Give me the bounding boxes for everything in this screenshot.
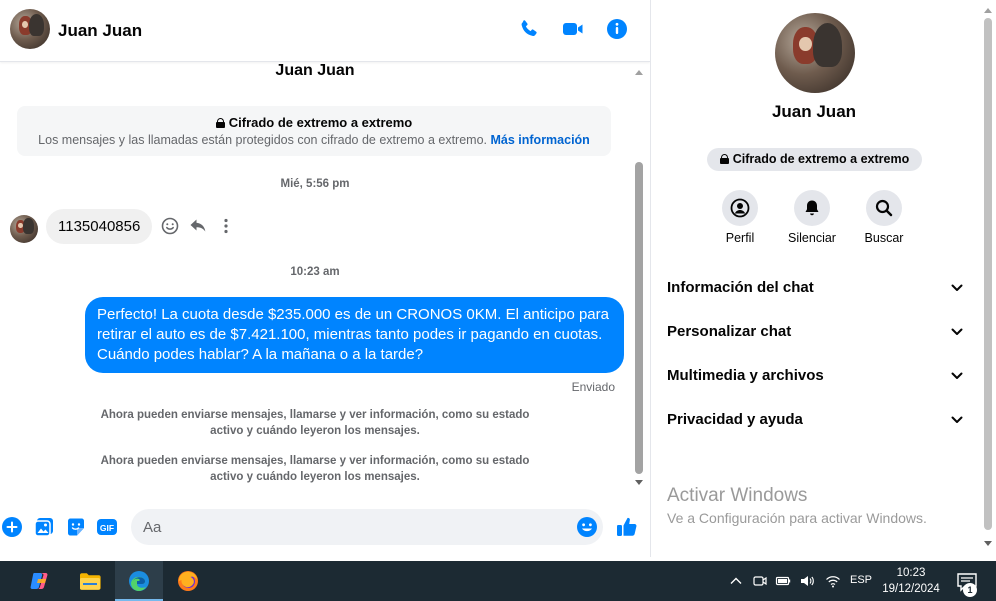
chevron-down-icon — [951, 416, 963, 423]
info-icon[interactable] — [605, 17, 629, 41]
thread-title: Juan Juan — [275, 62, 355, 79]
chevron-down-icon — [951, 328, 963, 335]
reply-arrow-icon[interactable] — [188, 216, 208, 236]
emoji-icon[interactable] — [576, 516, 598, 538]
message-input[interactable] — [131, 509, 603, 545]
scrollbar-thumb[interactable] — [635, 162, 643, 474]
info-scrollbar[interactable] — [981, 0, 996, 557]
taskbar-copilot[interactable] — [16, 561, 64, 601]
system-clock[interactable]: 10:23 19/12/2024 — [878, 565, 944, 597]
taskbar-edge[interactable] — [115, 561, 163, 601]
sender-avatar[interactable] — [10, 215, 38, 243]
sticker-icon[interactable] — [65, 516, 87, 538]
e2e-badge-label: Cifrado de extremo a extremo — [732, 152, 910, 166]
info-contact-name: Juan Juan — [771, 102, 857, 121]
wifi-icon[interactable] — [825, 573, 841, 589]
edge-browser-icon — [129, 571, 149, 592]
section-label: Privacidad y ayuda — [667, 411, 803, 428]
search-button[interactable] — [866, 190, 902, 226]
mute-label: Silenciar — [788, 231, 836, 245]
section-media-files[interactable]: Multimedia y archivos — [667, 361, 965, 391]
taskbar-file-explorer[interactable] — [66, 561, 114, 601]
chat-scrollbar[interactable] — [633, 62, 646, 494]
lock-icon — [719, 154, 729, 164]
activate-windows-subtitle: Ve a Configuración para activar Windows. — [667, 510, 927, 526]
chat-pane: Juan Juan Juan Juan Cifrado de extremo a… — [0, 0, 650, 557]
scroll-up-arrow-icon[interactable] — [984, 8, 992, 13]
e2e-notice: Cifrado de extremo a extremo Los mensaje… — [17, 106, 611, 156]
e2e-notice-text: Los mensajes y las llamadas están proteg… — [38, 133, 488, 147]
system-message: Ahora pueden enviarse mensajes, llamarse… — [100, 455, 530, 483]
notification-count-badge: 1 — [963, 583, 977, 597]
scroll-down-arrow-icon[interactable] — [984, 541, 992, 546]
search-label: Buscar — [864, 231, 904, 245]
battery-icon[interactable] — [775, 573, 791, 589]
show-hidden-icons-chevron-icon[interactable] — [728, 573, 744, 589]
contact-avatar-large[interactable] — [775, 13, 855, 93]
windows-taskbar: ESP 10:23 19/12/2024 1 — [0, 561, 996, 601]
taskbar-firefox[interactable] — [164, 561, 212, 601]
lock-icon — [215, 118, 225, 128]
copilot-icon — [30, 573, 48, 589]
e2e-notice-title: Cifrado de extremo a extremo — [228, 115, 413, 130]
profile-button[interactable] — [722, 190, 758, 226]
clock-date: 19/12/2024 — [882, 583, 940, 595]
section-privacy-help[interactable]: Privacidad y ayuda — [667, 405, 965, 435]
message-timestamp: 10:23 am — [290, 266, 340, 278]
app-window: Juan Juan Juan Juan Cifrado de extremo a… — [0, 0, 996, 601]
more-info-link[interactable]: Más información — [491, 133, 590, 147]
outgoing-message-bubble[interactable]: Perfecto! La cuota desde $235.000 es de … — [85, 297, 624, 373]
message-timestamp: Mié, 5:56 pm — [280, 178, 350, 190]
clock-time: 10:23 — [896, 567, 926, 579]
smiley-reaction-icon[interactable] — [160, 216, 180, 236]
section-customize-chat[interactable]: Personalizar chat — [667, 317, 965, 347]
system-message: Ahora pueden enviarse mensajes, llamarse… — [100, 409, 530, 437]
message-composer: GIF — [0, 500, 650, 557]
scrollbar-thumb[interactable] — [984, 18, 992, 530]
input-language[interactable]: ESP — [850, 574, 872, 586]
photo-gallery-icon[interactable] — [33, 516, 55, 538]
meet-now-icon[interactable] — [752, 573, 768, 589]
mute-button[interactable] — [794, 190, 830, 226]
section-label: Personalizar chat — [667, 323, 792, 340]
folder-icon — [80, 573, 101, 590]
search-icon — [875, 199, 893, 217]
activate-windows-title: Activar Windows — [667, 485, 808, 506]
speaker-volume-icon[interactable] — [799, 573, 815, 589]
profile-label: Perfil — [725, 231, 755, 245]
e2e-badge[interactable]: Cifrado de extremo a extremo — [707, 148, 922, 171]
section-label: Multimedia y archivos — [667, 367, 824, 384]
contact-name[interactable]: Juan Juan — [58, 21, 142, 41]
section-chat-info[interactable]: Información del chat — [667, 273, 965, 303]
section-label: Información del chat — [667, 279, 814, 296]
sent-status: Enviado — [571, 380, 615, 394]
more-options-icon[interactable] — [216, 216, 236, 236]
chevron-down-icon — [951, 372, 963, 379]
thumbs-up-icon[interactable] — [615, 515, 639, 539]
phone-icon[interactable] — [517, 17, 541, 41]
user-profile-icon — [730, 198, 750, 218]
gif-icon[interactable]: GIF — [96, 516, 118, 538]
gif-label: GIF — [100, 523, 114, 533]
video-camera-icon[interactable] — [561, 17, 585, 41]
chat-header: Juan Juan — [0, 0, 650, 62]
chevron-down-icon — [951, 284, 963, 291]
plus-circle-icon[interactable] — [1, 516, 23, 538]
contact-avatar[interactable] — [10, 9, 50, 49]
scroll-down-arrow-icon[interactable] — [635, 480, 643, 485]
firefox-icon — [178, 571, 198, 591]
message-list[interactable]: Juan Juan Cifrado de extremo a extremo L… — [0, 62, 650, 494]
conversation-info-pane: Juan Juan Cifrado de extremo a extremo P… — [650, 0, 996, 557]
bell-icon — [805, 200, 819, 216]
incoming-message-bubble[interactable]: 1135040856 — [46, 209, 153, 244]
scroll-up-arrow-icon[interactable] — [635, 70, 643, 75]
